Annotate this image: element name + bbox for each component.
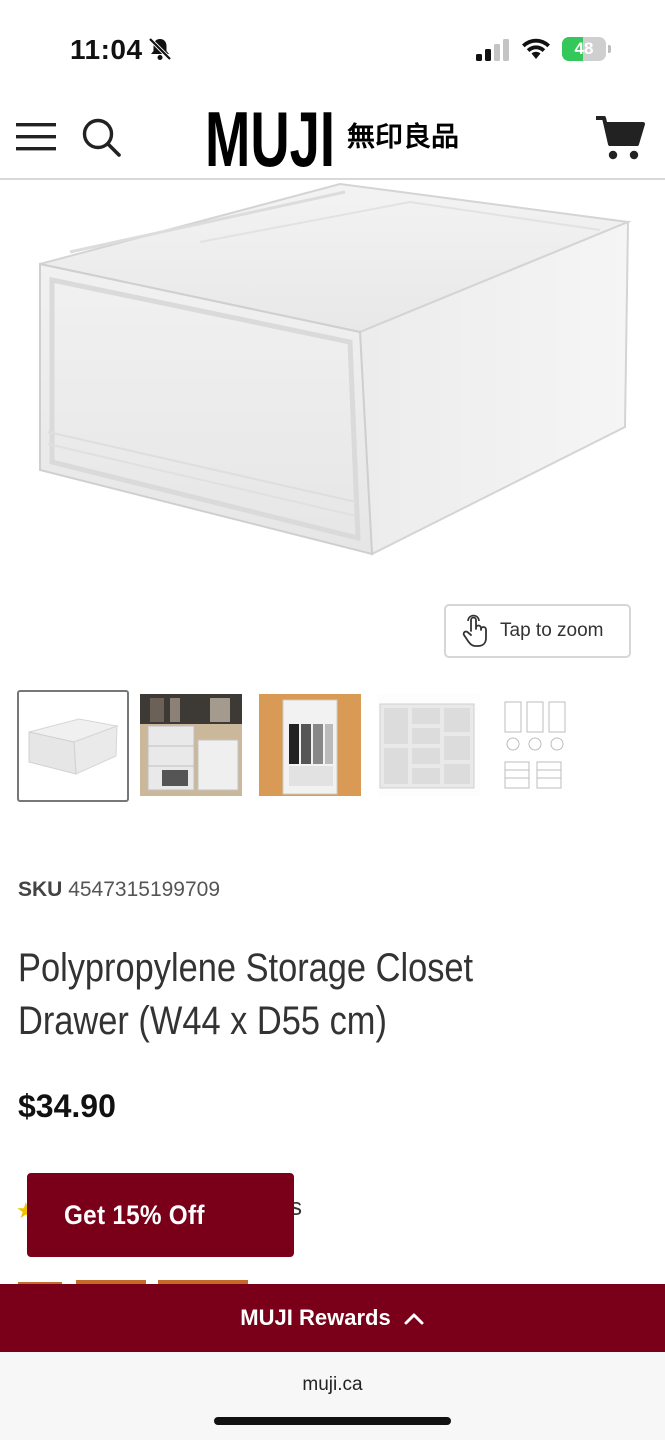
thumb-drawer-image	[28, 718, 119, 775]
sku-line: SKU 4547315199709	[18, 878, 220, 902]
thumb-diagram-image	[497, 694, 577, 796]
status-bar: 11:04 48	[0, 0, 665, 96]
product-title: Polypropylene Storage Closet Drawer (W44…	[18, 946, 474, 1043]
muji-logo[interactable]: MUJI 無印良品	[205, 102, 465, 174]
wifi-icon	[522, 38, 550, 59]
product-price: $34.90	[18, 1088, 116, 1124]
status-time: 11:04	[70, 34, 143, 65]
thumbnail-2[interactable]	[140, 694, 242, 796]
tap-to-zoom-label: Tap to zoom	[500, 620, 604, 641]
bell-slash-icon	[148, 37, 172, 61]
thumb-grid-image	[378, 694, 480, 796]
browser-address-bar[interactable]: muji.ca	[0, 1352, 665, 1440]
site-header: MUJI 無印良品	[0, 96, 665, 180]
sku-value: 4547315199709	[68, 878, 221, 901]
tap-to-zoom-button[interactable]: Tap to zoom	[444, 604, 631, 658]
thumbnail-5[interactable]	[497, 694, 577, 796]
thumb-drawer-top-image	[259, 694, 361, 796]
get-discount-button[interactable]: Get 15% Off	[27, 1173, 294, 1257]
menu-icon[interactable]	[16, 120, 56, 154]
thumbnail-4[interactable]	[378, 694, 480, 796]
hand-tap-icon	[462, 614, 487, 647]
battery-percent: 48	[574, 39, 594, 58]
search-icon[interactable]	[80, 116, 122, 158]
home-indicator[interactable]	[214, 1417, 451, 1425]
thumbnail-3[interactable]	[259, 694, 361, 796]
cart-icon[interactable]	[594, 114, 646, 162]
thumb-closet-image	[140, 694, 242, 796]
muji-rewards-bar[interactable]: MUJI Rewards	[0, 1284, 665, 1352]
signal-icon	[476, 39, 509, 61]
sku-label: SKU	[18, 878, 63, 901]
get-discount-label: Get 15% Off	[64, 1199, 205, 1230]
url-text[interactable]: muji.ca	[0, 1374, 665, 1396]
battery-indicator: 48	[562, 37, 611, 61]
product-image[interactable]	[0, 182, 665, 582]
chevron-up-icon	[404, 1313, 424, 1325]
svg-text:無印良品: 無印良品	[347, 121, 459, 153]
thumbnail-1[interactable]	[17, 690, 129, 802]
svg-text:MUJI: MUJI	[205, 102, 335, 174]
muji-rewards-label: MUJI Rewards	[240, 1305, 391, 1330]
